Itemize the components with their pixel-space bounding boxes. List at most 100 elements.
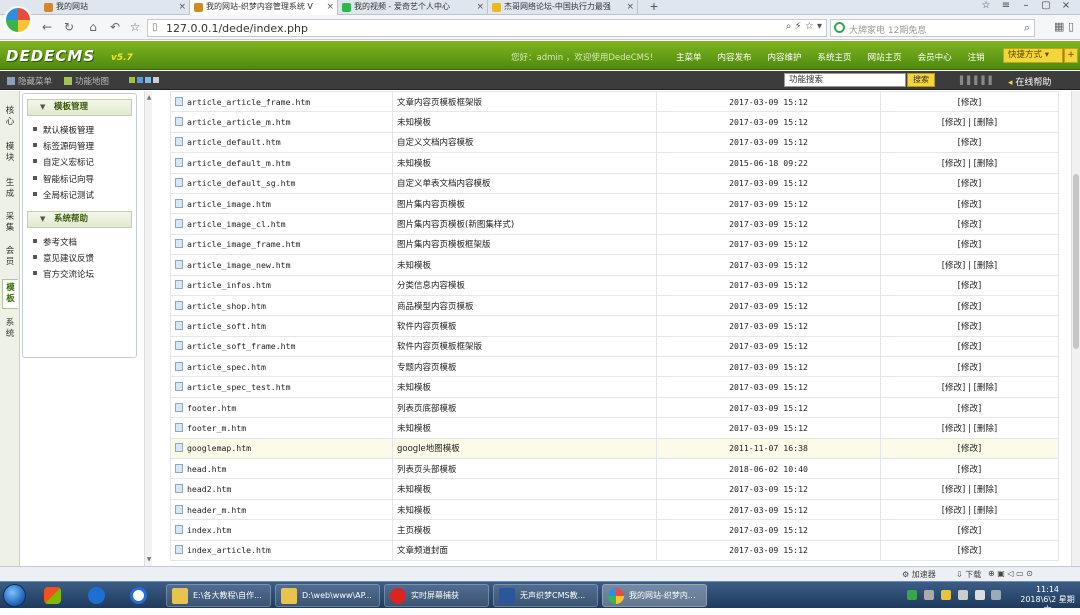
vtab-generate[interactable]: 生成: [2, 175, 18, 205]
vtab-core[interactable]: 核心: [2, 103, 18, 133]
file-name-cell[interactable]: article_image.htm: [170, 192, 393, 215]
taskbar-window-explorer-d[interactable]: D:\web\www\AP...: [275, 584, 380, 607]
file-name[interactable]: article_soft.htm: [187, 321, 266, 331]
trash-icon[interactable]: ▣: [997, 569, 1005, 578]
file-actions[interactable]: [修改] | [删除]: [880, 111, 1059, 133]
file-name[interactable]: footer_m.htm: [187, 423, 246, 433]
taskbar-window-word[interactable]: 无声织梦CMS教...: [493, 584, 598, 607]
sitemap-button[interactable]: 功能地图: [64, 75, 109, 87]
file-actions[interactable]: [修改]: [880, 315, 1059, 337]
close-icon[interactable]: ×: [626, 0, 634, 14]
menu-item-custom-macro[interactable]: 自定义宏标记: [33, 156, 94, 168]
file-name[interactable]: article_spec_test.htm: [187, 382, 291, 392]
url-field[interactable]: ▯ 127.0.0.1/dede/index.php ⌕ ⚡ ☆ ▾: [147, 19, 827, 37]
file-name[interactable]: article_image_new.htm: [187, 260, 291, 270]
menu-item-tag-wizard[interactable]: 智能标记向导: [33, 173, 94, 185]
file-name[interactable]: head.htm: [187, 464, 226, 474]
file-actions[interactable]: [修改] | [删除]: [880, 152, 1059, 174]
grid-icon[interactable]: ▦: [1054, 20, 1064, 33]
file-name[interactable]: article_shop.htm: [187, 301, 266, 311]
file-name-cell[interactable]: article_default_sg.htm: [170, 172, 393, 194]
vtab-collect[interactable]: 采集: [2, 209, 18, 239]
file-name-cell[interactable]: article_image_frame.htm: [170, 233, 393, 256]
close-icon[interactable]: ×: [476, 0, 484, 14]
file-actions[interactable]: [修改]: [880, 539, 1059, 561]
tab-forum[interactable]: 杰哥网络论坛-中国执行力最强 ×: [488, 0, 638, 15]
file-name[interactable]: article_article_frame.htm: [187, 97, 310, 107]
file-name-cell[interactable]: article_spec_test.htm: [170, 376, 393, 398]
file-name[interactable]: googlemap.htm: [187, 443, 251, 453]
file-name[interactable]: index_article.htm: [187, 545, 271, 555]
menu-scrollbar[interactable]: ▲ ▼: [144, 91, 152, 566]
file-name-cell[interactable]: head2.htm: [170, 478, 393, 500]
file-name[interactable]: article_image_cl.htm: [187, 219, 286, 229]
lightning-icon[interactable]: ⚡: [795, 21, 802, 32]
taskbar-window-explorer-e[interactable]: E:\各大教程\自作...: [166, 584, 271, 607]
dropdown-icon[interactable]: ▾: [817, 21, 822, 32]
file-actions[interactable]: [修改]: [880, 131, 1059, 154]
file-name[interactable]: article_article_m.htm: [187, 117, 291, 127]
quick-add-button[interactable]: +: [1064, 48, 1078, 63]
search-input[interactable]: 大牌家电 12期免息 ⌕: [830, 19, 1035, 37]
function-search-button[interactable]: 搜索: [907, 73, 935, 87]
tray-pen-icon[interactable]: [923, 590, 934, 600]
refresh-icon[interactable]: ↻: [60, 19, 78, 36]
file-actions[interactable]: [修改]: [880, 233, 1059, 256]
online-help-button[interactable]: ◂ 在线帮助: [1008, 75, 1051, 88]
tray-s-icon[interactable]: [907, 590, 917, 600]
file-actions[interactable]: [修改]: [880, 274, 1059, 296]
tab-iqiyi[interactable]: 我的视频 - 爱奇艺个人中心 ×: [338, 0, 488, 15]
nav-member-center[interactable]: 会员中心: [918, 51, 952, 63]
file-name-cell[interactable]: article_article_m.htm: [170, 111, 393, 133]
pinned-app[interactable]: [80, 584, 114, 607]
zoom-level-icon[interactable]: ⊙: [1026, 569, 1033, 578]
file-name[interactable]: article_soft_frame.htm: [187, 341, 295, 351]
tray-flag-icon[interactable]: [991, 590, 1002, 600]
file-actions[interactable]: [修改]: [880, 356, 1059, 378]
scroll-down-icon[interactable]: ▼: [145, 556, 153, 563]
tab-my-site[interactable]: 我的网站 ×: [40, 0, 190, 15]
file-name-cell[interactable]: index.htm: [170, 519, 393, 541]
start-button[interactable]: [3, 584, 26, 607]
nav-system-home[interactable]: 系统主页: [818, 51, 852, 63]
file-name-cell[interactable]: article_soft.htm: [170, 315, 393, 337]
star-icon[interactable]: ☆: [126, 19, 144, 36]
vtab-members[interactable]: 会员: [2, 243, 18, 273]
file-name-cell[interactable]: article_image_cl.htm: [170, 213, 393, 235]
vtab-templates[interactable]: 模板: [2, 279, 18, 309]
file-actions[interactable]: [修改]: [880, 192, 1059, 215]
zoom-in-icon[interactable]: ⊕: [988, 569, 995, 578]
file-name-cell[interactable]: head.htm: [170, 458, 393, 480]
function-search-input[interactable]: 功能搜索: [784, 73, 906, 87]
file-actions[interactable]: [修改] | [删除]: [880, 417, 1059, 439]
file-name-cell[interactable]: index_article.htm: [170, 539, 393, 561]
file-actions[interactable]: [修改]: [880, 396, 1059, 419]
file-actions[interactable]: [修改]: [880, 458, 1059, 480]
nav-main-menu[interactable]: 主菜单: [676, 51, 702, 63]
main-scrollbar[interactable]: [1071, 91, 1080, 566]
menu-item-tag-test[interactable]: 全局标记测试: [33, 189, 94, 201]
close-icon[interactable]: ×: [326, 0, 334, 14]
skin-lightblue-icon[interactable]: [145, 77, 151, 83]
pinned-app[interactable]: [122, 584, 156, 607]
nav-logout[interactable]: 注销: [968, 51, 985, 63]
tray-volume-icon[interactable]: [974, 590, 985, 600]
menu-item-feedback[interactable]: 意见建议反馈: [33, 252, 94, 264]
file-name[interactable]: article_infos.htm: [187, 280, 271, 290]
file-actions[interactable]: [修改]: [880, 172, 1059, 194]
nav-publish[interactable]: 内容发布: [718, 51, 752, 63]
undo-icon[interactable]: ↶: [106, 19, 124, 36]
vtab-system[interactable]: 系统: [2, 315, 18, 345]
file-name[interactable]: footer.htm: [187, 403, 236, 413]
pinned-app[interactable]: [36, 584, 70, 607]
menu-item-docs[interactable]: 参考文档: [33, 236, 77, 248]
file-name-cell[interactable]: googlemap.htm: [170, 437, 393, 460]
minimize-button[interactable]: –: [1016, 0, 1036, 11]
file-name-cell[interactable]: footer_m.htm: [170, 417, 393, 439]
file-actions[interactable]: [修改] | [删除]: [880, 376, 1059, 398]
file-name-cell[interactable]: article_soft_frame.htm: [170, 335, 393, 358]
file-name-cell[interactable]: article_default.htm: [170, 131, 393, 154]
vtab-modules[interactable]: 模块: [2, 139, 18, 169]
favorite-icon[interactable]: ☆: [976, 0, 996, 11]
file-name-cell[interactable]: header_m.htm: [170, 498, 393, 521]
